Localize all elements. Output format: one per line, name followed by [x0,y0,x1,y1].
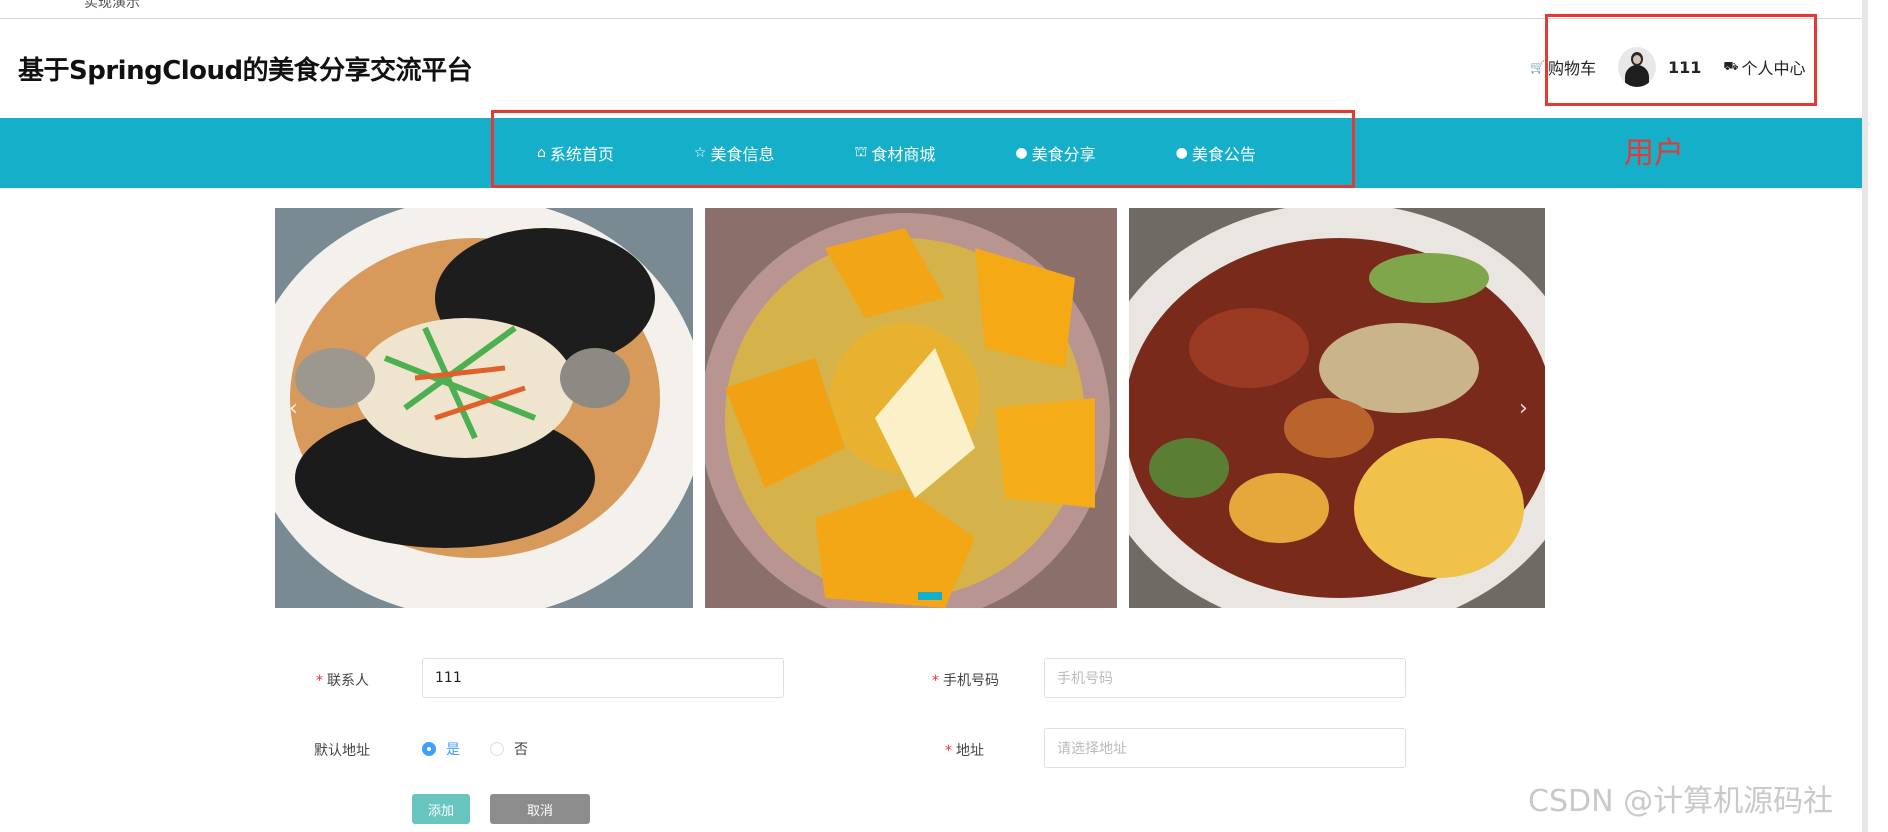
address-input[interactable]: 请选择地址 [1044,728,1406,768]
radio-yes-label: 是 [446,742,460,758]
required-marker: * [932,673,939,689]
carousel-prev-arrow[interactable]: ‹ [289,396,298,421]
clipped-text: 实现演示 [84,0,140,11]
contact-label: * 联系人 [316,670,369,690]
default-address-yes[interactable]: 是 [422,739,460,759]
contact-input[interactable]: 111 [422,658,784,698]
image-carousel[interactable]: ‹ › [275,208,1545,608]
add-button[interactable]: 添加 [412,794,470,824]
annotation-box-nav [491,110,1355,188]
annotation-label: 用户 [1624,136,1684,171]
contact-label-text: 联系人 [327,673,369,689]
cancel-button[interactable]: 取消 [490,794,590,824]
right-edge-scrollbar[interactable] [1862,0,1888,832]
annotation-box-user [1545,14,1817,106]
address-form: * 联系人 111 * 手机号码 手机号码 默认地址 是 否 * 地址 请选择地址 添… [0,650,1560,832]
phone-label-text: 手机号码 [943,673,999,689]
carousel-next-arrow[interactable]: › [1519,396,1528,421]
site-title: 基于SpringCloud的美食分享交流平台 [18,56,473,86]
carousel-indicators [918,592,942,600]
carousel-slide-1 [275,208,693,608]
required-marker: * [316,673,323,689]
cart-icon: 🛒 [1530,60,1545,74]
required-marker: * [945,743,952,759]
carousel-slide-2 [705,208,1117,608]
default-address-no[interactable]: 否 [490,739,528,759]
default-address-label: 默认地址 [314,743,370,759]
address-label-text: 地址 [956,743,984,759]
phone-label: * 手机号码 [932,670,999,690]
phone-input[interactable]: 手机号码 [1044,658,1406,698]
radio-no-label: 否 [514,742,528,758]
carousel-indicator-active[interactable] [918,592,942,600]
carousel-slide-3 [1129,208,1545,608]
radio-unchecked-icon [490,742,504,756]
radio-checked-icon [422,742,436,756]
watermark: CSDN @计算机源码社 [1528,784,1834,819]
address-label: * 地址 [945,740,984,760]
